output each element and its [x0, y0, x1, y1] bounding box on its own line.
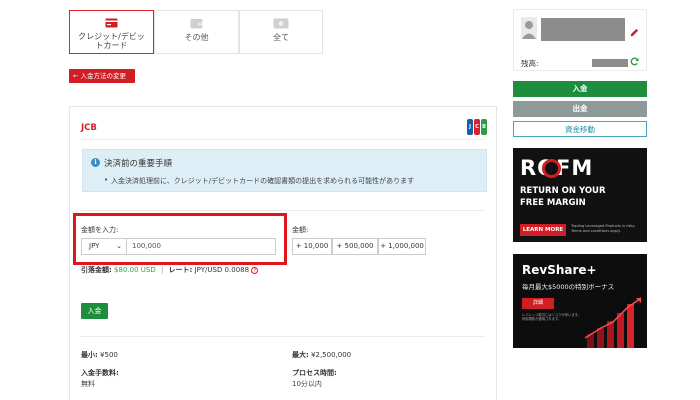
process-time-value: 10分以内 [292, 380, 322, 388]
info-icon: i [91, 158, 100, 167]
process-label-text: プロセス時間: [292, 369, 337, 377]
tab-all[interactable]: 全て [239, 10, 323, 54]
process-time-label: プロセス時間: [292, 368, 337, 378]
revshare-banner[interactable]: RevShare+ 毎月最大$5000の特別ボーナス 詳細 レバレッジ取引にはリ… [513, 254, 647, 348]
quick-amount-10000[interactable]: + 10,000 [292, 238, 332, 255]
jcb-logo: J C B [467, 119, 487, 135]
divider [81, 336, 485, 337]
tab-label: その他 [184, 33, 209, 42]
sidebar-withdraw-button[interactable]: 出金 [513, 101, 647, 117]
min-value: ¥500 [100, 351, 118, 359]
account-panel: 残高: [513, 9, 647, 71]
quick-amount-label: 金額: [292, 226, 309, 234]
rising-bars-graphic [584, 297, 642, 348]
max-value: ¥2,500,000 [311, 351, 352, 359]
change-method-button[interactable]: ← 入金方法の変更 [69, 69, 135, 83]
debit-amount-line: 引落金額: $80.00 USD | レート: JPY/USD 0.0088 ? [81, 265, 259, 275]
notice-title: 決済前の重要手順 [104, 159, 173, 169]
deposit-button[interactable]: 入金 [81, 303, 108, 319]
jcb-logo-c: C [474, 119, 480, 135]
balance-label: 残高: [521, 59, 539, 68]
tab-label: クレジット/デビッ トカード [78, 32, 145, 50]
fee-label: 入金手数料: [81, 368, 119, 378]
revshare-subtitle: 毎月最大$5000の特別ボーナス [522, 283, 615, 291]
fee-value: 無料 [81, 380, 95, 388]
sidebar-transfer-button[interactable]: 資金移動 [513, 121, 647, 137]
amount-highlight-box [73, 213, 287, 265]
tab-credit-debit-card[interactable]: クレジット/デビッ トカード [69, 10, 154, 54]
method-title: JCB [81, 123, 97, 133]
revshare-disclaimer: レバレッジ取引にはリスクが伴います。利用規約が適用されます。 [522, 313, 582, 322]
account-name-redacted [541, 18, 625, 41]
revshare-detail-button[interactable]: 詳細 [522, 298, 554, 309]
divider [81, 210, 485, 211]
jcb-logo-j: J [467, 119, 473, 135]
fee-label-text: 入金手数料: [81, 369, 119, 377]
debit-value: $80.00 USD [114, 266, 156, 274]
notice-body: 入金決済処理前に、クレジット/デビットカードの確認書類の提出を求められる可能性が… [104, 176, 414, 186]
cash-icon [273, 18, 289, 29]
avatar-icon [521, 17, 537, 39]
sidebar-deposit-button[interactable]: 入金 [513, 81, 647, 97]
balance-redacted [592, 59, 628, 67]
tab-other[interactable]: その他 [154, 10, 239, 54]
min-label: 最小: [81, 351, 98, 359]
jcb-logo-b: B [481, 119, 487, 135]
debit-label: 引落金額: [81, 266, 112, 274]
max-amount: 最大: ¥2,500,000 [292, 350, 351, 360]
max-label: 最大: [292, 351, 309, 359]
quick-amount-1000000[interactable]: + 1,000,000 [378, 238, 426, 255]
refresh-icon[interactable] [630, 57, 639, 66]
rofm-disclaimer: Trading Leveraged Products is risky. Ter… [571, 224, 636, 233]
rate-value: JPY/USD 0.0088 [194, 266, 250, 274]
learn-more-button[interactable]: LEARN MORE [520, 224, 566, 236]
divider [81, 139, 485, 140]
rofm-banner[interactable]: ROFM RETURN ON YOUR FREE MARGIN LEARN MO… [513, 148, 647, 242]
important-notice: i 決済前の重要手順 入金決済処理前に、クレジット/デビットカードの確認書類の提… [82, 149, 487, 192]
tab-label: 全て [273, 33, 289, 42]
revshare-title: RevShare+ [522, 263, 597, 277]
wallet-icon [190, 19, 203, 29]
credit-card-icon [105, 18, 118, 28]
separator: | [160, 266, 164, 274]
edit-icon[interactable] [630, 28, 639, 37]
rofm-line2: FREE MARGIN [520, 198, 586, 208]
min-amount: 最小: ¥500 [81, 350, 118, 360]
rofm-o-ring-icon [542, 159, 561, 178]
rate-label: レート: [168, 266, 193, 274]
help-icon[interactable]: ? [251, 266, 259, 274]
quick-amount-500000[interactable]: + 500,000 [332, 238, 378, 255]
rofm-line1: RETURN ON YOUR [520, 186, 606, 196]
